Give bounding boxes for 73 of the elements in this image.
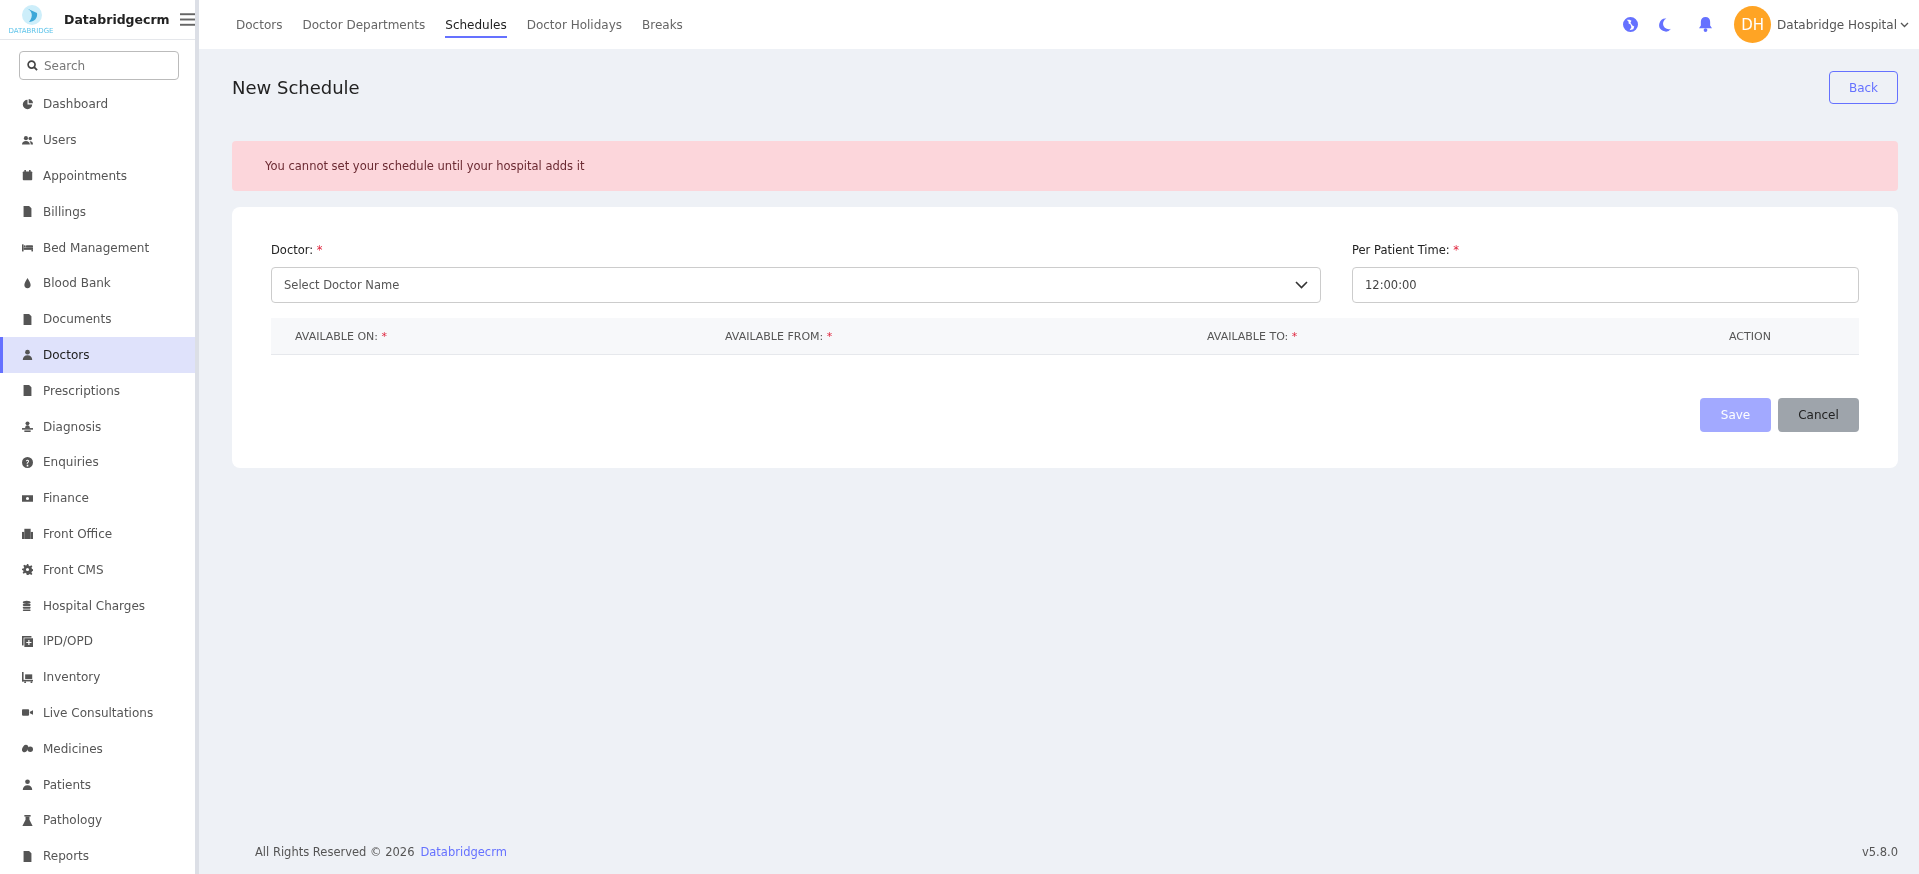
gear-icon: [22, 564, 33, 576]
person-icon: [22, 779, 33, 790]
sidebar-item[interactable]: Front Office: [0, 516, 195, 552]
document-icon: [22, 385, 33, 397]
input-field[interactable]: 12:00:00: [1352, 267, 1859, 303]
moon-icon[interactable]: [1658, 17, 1672, 32]
sidebar-item[interactable]: Users: [0, 122, 195, 159]
sidebar-item[interactable]: Patients: [0, 766, 195, 803]
sidebar-item[interactable]: Appointments: [0, 158, 195, 194]
nav-tab[interactable]: Doctor Holidays: [526, 11, 622, 38]
sidebar-item[interactable]: Documents: [0, 301, 195, 338]
version-text: v5.8.0: [1861, 845, 1898, 859]
alert-banner: You cannot set your schedule until your hospital adds it: [232, 141, 1898, 191]
sidebar-item[interactable]: Prescriptions: [0, 372, 195, 409]
flask-icon: [22, 814, 33, 826]
person-icon: [22, 349, 33, 361]
sidebar-item[interactable]: Blood Bank: [0, 265, 195, 302]
column-header: AVAILABLE TO: *: [1207, 329, 1299, 343]
sidebar-item[interactable]: Medicines: [0, 730, 195, 767]
doctor-select[interactable]: Select Doctor Name: [271, 267, 1321, 303]
copyright-text: All Rights Reserved © 2026 Databridgecrm: [255, 845, 507, 859]
sidebar-item[interactable]: Billings: [0, 193, 195, 230]
footer-link[interactable]: Databridgecrm: [420, 845, 507, 859]
sidebar-item[interactable]: Hospital Charges: [0, 587, 195, 624]
document-icon: [22, 206, 33, 218]
sidebar-item[interactable]: Enquiries: [0, 444, 195, 481]
sidebar-item[interactable]: Pathology: [0, 802, 195, 839]
cancel-button[interactable]: Cancel: [1778, 398, 1859, 432]
field-label: Per Patient Time: *: [1352, 243, 1461, 257]
sidebar-item[interactable]: Finance: [0, 480, 195, 517]
nav-tab[interactable]: Doctors: [236, 11, 283, 38]
search-icon: [27, 60, 38, 72]
nav-tab[interactable]: Breaks: [642, 11, 683, 38]
column-header: AVAILABLE ON: *: [295, 329, 389, 343]
file-icon: [22, 313, 33, 325]
plus-box-icon: [22, 635, 33, 647]
people-icon: [22, 134, 33, 146]
sidebar-item[interactable]: Diagnosis: [0, 408, 195, 445]
building-icon: [22, 528, 33, 540]
search-field[interactable]: Search: [19, 51, 179, 81]
back-button[interactable]: Back: [1829, 71, 1898, 104]
sidebar-item[interactable]: Front CMS: [0, 551, 195, 588]
user-menu[interactable]: Databridge Hospital: [1777, 17, 1909, 32]
sidebar-item[interactable]: IPD/OPD: [0, 623, 195, 660]
coins-icon: [22, 600, 33, 611]
globe-icon[interactable]: [1623, 17, 1639, 32]
document-icon: [22, 850, 33, 862]
cart-icon: [22, 671, 33, 683]
column-header: ACTION: [1729, 329, 1772, 343]
column-header: AVAILABLE FROM: *: [725, 329, 834, 343]
sidebar-item[interactable]: Bed Management: [0, 229, 195, 266]
bed-icon: [22, 242, 33, 254]
nav-tab[interactable]: Doctor Departments: [302, 11, 426, 38]
chevron-down-icon: [1295, 281, 1308, 289]
sidebar-item[interactable]: Doctors: [0, 337, 195, 373]
chevron-down-icon: [1900, 21, 1909, 28]
pie-chart-icon: [22, 98, 33, 110]
video-camera-icon: [22, 707, 33, 719]
sidebar-item[interactable]: Reports: [0, 838, 195, 874]
field-label: Doctor: *: [271, 243, 324, 257]
brand-name: Databridgecrm: [64, 12, 170, 28]
drop-icon: [22, 277, 33, 289]
banknote-icon: [22, 492, 33, 504]
sidebar-item[interactable]: Live Consultations: [0, 695, 195, 731]
person-icon: [22, 421, 33, 433]
calendar-icon: [22, 170, 33, 182]
page-title: New Schedule: [232, 77, 360, 98]
pills-icon: [22, 743, 33, 755]
nav-tab[interactable]: Schedules: [445, 11, 507, 38]
sidebar-item[interactable]: Dashboard: [0, 86, 195, 123]
bell-icon[interactable]: [1699, 17, 1713, 32]
menu-icon[interactable]: [179, 13, 195, 27]
sidebar-item[interactable]: Inventory: [0, 659, 195, 695]
